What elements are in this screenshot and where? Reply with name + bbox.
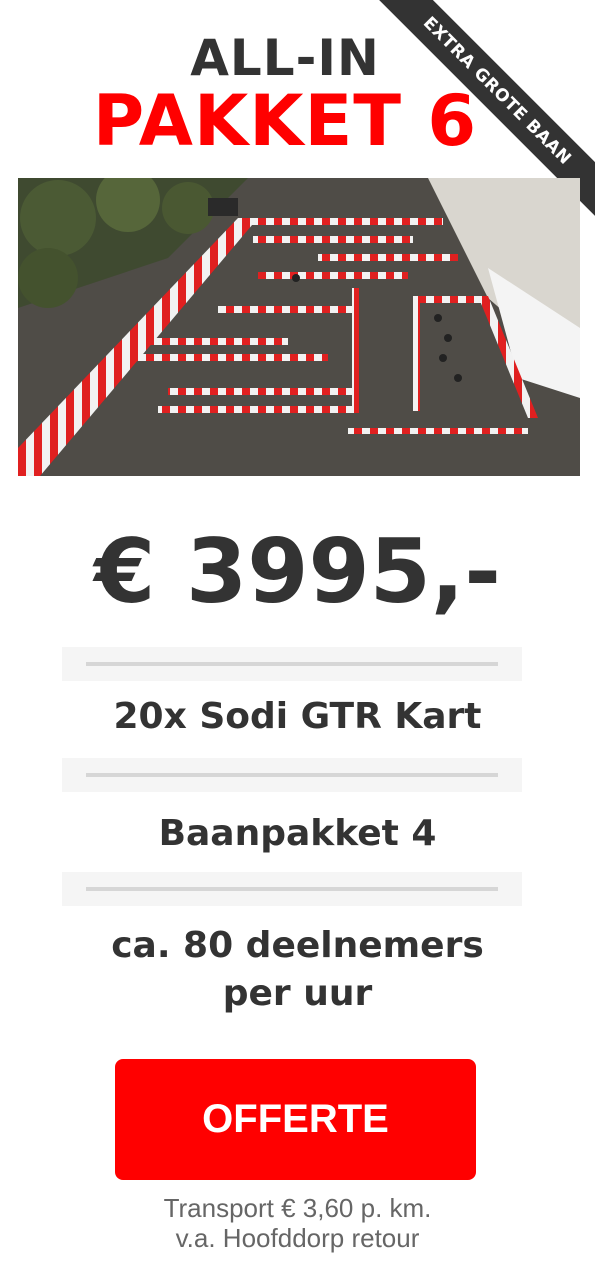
quote-button[interactable]: OFFERTE bbox=[115, 1059, 476, 1180]
transport-note: Transport € 3,60 p. km. bbox=[163, 1193, 432, 1223]
feature-track-package: Baanpakket 4 bbox=[158, 813, 437, 854]
feature-per-hour: per uur bbox=[222, 973, 373, 1014]
track-photo bbox=[18, 178, 580, 476]
transport-origin-note: v.a. Hoofddorp retour bbox=[175, 1223, 420, 1253]
divider bbox=[62, 872, 522, 906]
package-price: € 3995,- bbox=[94, 520, 501, 623]
divider bbox=[62, 758, 522, 792]
divider bbox=[62, 647, 522, 681]
feature-participants: ca. 80 deelnemers bbox=[111, 925, 484, 966]
heading-all-in: ALL-IN bbox=[190, 29, 380, 87]
feature-karts: 20x Sodi GTR Kart bbox=[113, 696, 482, 737]
heading-package: PAKKET 6 bbox=[92, 80, 478, 162]
